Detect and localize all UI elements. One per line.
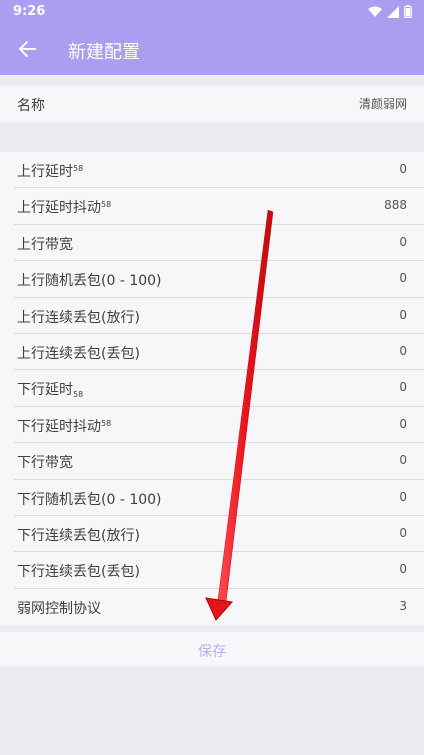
save-button[interactable]: 保存 bbox=[198, 641, 226, 661]
config-row-value: 0 bbox=[399, 343, 407, 358]
status-bar: 9:26 bbox=[0, 0, 424, 24]
config-row-label: 上行延时58 bbox=[17, 161, 83, 181]
config-row-label: 下行连续丢包(丢包) bbox=[17, 561, 140, 581]
config-row-label-text: 上行连续丢包(放行) bbox=[17, 309, 140, 326]
config-row[interactable]: 上行延时58 0 bbox=[0, 152, 424, 189]
status-time: 9:26 bbox=[13, 4, 46, 19]
config-row-label: 下行延时抖动58 bbox=[17, 416, 111, 436]
cellular-signal-icon bbox=[387, 5, 399, 18]
config-row-label-text: 下行随机丢包(0 - 100) bbox=[17, 491, 162, 508]
battery-icon bbox=[404, 5, 412, 18]
config-row-label-text: 上行带宽 bbox=[17, 236, 73, 253]
save-bar: 保存 bbox=[0, 632, 424, 666]
app-bar: 9:26 新建配置 bbox=[0, 0, 424, 75]
config-row-superscript: 58 bbox=[101, 418, 112, 428]
config-row-value: 0 bbox=[399, 162, 407, 176]
config-row-label-text: 上行随机丢包(0 - 100) bbox=[17, 273, 162, 290]
name-label: 名称 bbox=[17, 98, 45, 114]
config-row-label-text: 下行带宽 bbox=[17, 455, 73, 472]
config-row-label: 上行连续丢包(放行) bbox=[17, 307, 140, 327]
arrow-left-icon bbox=[19, 41, 36, 57]
config-row-label: 上行带宽 bbox=[17, 234, 73, 254]
config-row[interactable]: 下行随机丢包(0 - 100) 0 bbox=[0, 479, 424, 516]
wifi-icon bbox=[368, 6, 382, 17]
config-row[interactable]: 上行连续丢包(丢包) 0 bbox=[0, 333, 424, 371]
config-row[interactable]: 上行随机丢包(0 - 100) 0 bbox=[0, 261, 424, 298]
config-row[interactable]: 弱网控制协议 3 bbox=[0, 588, 424, 626]
config-row[interactable]: 下行连续丢包(丢包) 0 bbox=[0, 552, 424, 589]
config-row-value: 0 bbox=[399, 380, 407, 395]
config-row-value: 0 bbox=[399, 489, 407, 504]
config-row[interactable]: 上行连续丢包(放行) 0 bbox=[0, 297, 424, 334]
config-row-label: 上行延时抖动58 bbox=[17, 197, 111, 217]
config-row[interactable]: 下行带宽 0 bbox=[0, 443, 424, 480]
config-row-label: 弱网控制协议 bbox=[17, 598, 101, 618]
name-row[interactable]: 名称 清颜弱网 bbox=[0, 86, 424, 122]
back-button[interactable] bbox=[14, 36, 40, 62]
config-row-value: 888 bbox=[384, 198, 407, 213]
page-title: 新建配置 bbox=[68, 42, 140, 63]
config-row-subscript: 58 bbox=[73, 390, 84, 400]
name-value: 清颜弱网 bbox=[358, 97, 407, 111]
config-row-superscript: 58 bbox=[101, 200, 112, 210]
config-row[interactable]: 上行带宽 0 bbox=[0, 224, 424, 262]
config-row[interactable]: 上行延时抖动58 888 bbox=[0, 188, 424, 225]
config-row-label-text: 上行连续丢包(丢包) bbox=[17, 345, 140, 362]
config-row-label: 下行延时58 bbox=[17, 379, 83, 399]
config-row-label-text: 下行连续丢包(丢包) bbox=[17, 564, 140, 581]
config-row-label: 下行带宽 bbox=[17, 452, 73, 472]
config-row-label: 上行随机丢包(0 - 100) bbox=[17, 270, 162, 290]
config-row-label: 下行连续丢包(放行) bbox=[17, 525, 140, 545]
config-row-value: 0 bbox=[399, 416, 407, 431]
config-row-label: 下行随机丢包(0 - 100) bbox=[17, 489, 162, 509]
config-row-value: 0 bbox=[399, 307, 407, 322]
config-row-value: 0 bbox=[399, 453, 407, 468]
status-icons bbox=[368, 5, 412, 18]
config-list: 上行延时58 0 上行延时抖动58 888 上行带宽 0 上行随机丢包(0 - 100) 0 上… bbox=[0, 152, 424, 626]
config-row-value: 3 bbox=[399, 598, 407, 613]
config-row-label: 上行连续丢包(丢包) bbox=[17, 343, 140, 363]
config-row-label-text: 下行延时抖动 bbox=[17, 418, 101, 435]
config-row[interactable]: 下行延时58 0 bbox=[0, 370, 424, 407]
config-row-superscript: 58 bbox=[73, 164, 84, 173]
config-row-label-text: 弱网控制协议 bbox=[17, 600, 101, 617]
config-row-value: 0 bbox=[399, 234, 407, 249]
config-row[interactable]: 下行连续丢包(放行) 0 bbox=[0, 515, 424, 553]
config-row-label-text: 下行延时 bbox=[17, 382, 73, 399]
config-row-label-text: 上行延时抖动 bbox=[17, 200, 101, 217]
config-row-label-text: 上行延时 bbox=[17, 164, 73, 180]
config-row-value: 0 bbox=[399, 562, 407, 577]
config-row-value: 0 bbox=[399, 271, 407, 286]
title-bar: 新建配置 bbox=[0, 24, 424, 75]
config-row[interactable]: 下行延时抖动58 0 bbox=[0, 406, 424, 444]
config-row-value: 0 bbox=[399, 525, 407, 540]
config-row-label-text: 下行连续丢包(放行) bbox=[17, 527, 140, 544]
